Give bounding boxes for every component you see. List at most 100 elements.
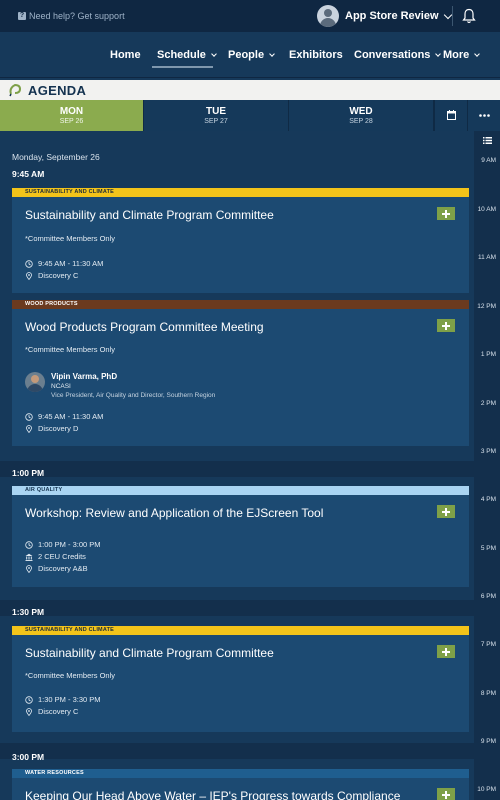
add-to-schedule-button[interactable] [437,319,455,332]
session-title[interactable]: Sustainability and Climate Program Commi… [25,208,274,222]
speaker-name: Vipin Varma, PhD [51,372,118,381]
timeline: 9 AM 10 AM 11 AM 12 PM 1 PM 2 PM 3 PM 4 … [474,131,500,800]
timeline-hour: 2 PM [480,400,496,407]
nav-more[interactable]: More [443,49,481,61]
session-card[interactable]: AIR QUALITY Workshop: Review and Applica… [12,486,469,587]
tab-day-wed[interactable]: WED SEP 28 [289,100,434,131]
session-location: Discovery C [25,707,78,716]
chevron-down-icon [474,50,481,57]
session-track-tag: WATER RESOURCES [12,769,469,778]
session-card[interactable]: SUSTAINABILITY AND CLIMATE Sustainabilit… [12,626,469,732]
nav-home[interactable]: Home [110,49,141,61]
location-pin-icon [26,707,32,716]
help-icon: ? [18,12,26,20]
timeline-hour: 8 PM [480,690,496,697]
day-date: SEP 28 [349,118,373,125]
chevron-down-icon [443,10,452,19]
help-link[interactable]: ? Need help? Get support [18,11,125,21]
add-to-schedule-button[interactable] [437,645,455,658]
time-slot-heading: 1:30 PM [12,607,45,617]
nav-exhibitors-label: Exhibitors [289,49,343,61]
nav-conversations-label: Conversations [354,49,431,61]
session-location-text: Discovery C [38,707,79,716]
session-time: 1:00 PM - 3:00 PM [25,540,101,549]
time-slot-heading: 9:45 AM [12,169,45,179]
add-to-schedule-button[interactable] [437,505,455,518]
clock-icon [25,259,33,268]
speaker-role: Vice President, Air Quality and Director… [51,392,216,399]
nav-home-label: Home [110,49,141,61]
day-name: TUE [206,106,226,117]
add-to-schedule-button[interactable] [437,788,455,800]
session-title[interactable]: Sustainability and Climate Program Commi… [25,646,274,660]
nav-people[interactable]: People [228,49,275,61]
divider [452,6,453,26]
speaker-avatar [25,372,45,392]
location-pin-icon [26,564,32,573]
nav-conversations[interactable]: Conversations [354,49,442,61]
location-pin-icon [26,424,32,433]
session-location: Discovery A&B [25,564,88,573]
nav-schedule[interactable]: Schedule [157,49,217,61]
session-title[interactable]: Wood Products Program Committee Meeting [25,320,264,334]
top-bar: ? Need help? Get support App Store Revie… [0,0,500,32]
time-slot-heading: 3:00 PM [12,752,45,762]
calendar-button[interactable] [434,100,467,131]
time-slot-heading: 1:00 PM [12,468,45,478]
location-pin-icon [26,271,32,280]
chevron-down-icon [435,50,442,57]
institution-icon [25,553,33,561]
chevron-down-icon [269,50,275,57]
session-location-text: Discovery D [38,424,79,433]
speaker-org: NCASI [51,383,71,390]
day-tabs: MON SEP 26 TUE SEP 27 WED SEP 28 [0,100,500,131]
tab-day-tue[interactable]: TUE SEP 27 [144,100,289,131]
day-name: MON [59,106,84,117]
add-to-schedule-button[interactable] [437,207,455,220]
nav-active-underline [152,66,213,68]
nav-exhibitors[interactable]: Exhibitors [289,49,343,61]
user-menu[interactable]: App Store Review [317,5,452,27]
timeline-hour: 12 PM [477,303,496,310]
session-time-text: 9:45 AM - 11:30 AM [38,259,104,268]
timeline-hour: 7 PM [480,641,496,648]
day-date: SEP 26 [59,118,84,125]
session-credits: 2 CEU Credits [25,552,86,561]
time-slot-band [0,743,474,759]
agenda-header: AGENDA [0,80,500,100]
ellipsis-icon [479,114,490,117]
timeline-hour: 1 PM [480,351,496,358]
list-view-icon[interactable] [483,137,492,144]
session-note: *Committee Members Only [25,671,116,680]
time-slot-band [0,600,474,616]
session-card[interactable]: SUSTAINABILITY AND CLIMATE Sustainabilit… [12,188,469,293]
session-location: Discovery D [25,424,78,433]
session-title[interactable]: Workshop: Review and Application of the … [25,506,323,520]
session-time: 9:45 AM - 11:30 AM [25,412,103,421]
chevron-down-icon [211,50,217,57]
session-time-text: 1:30 PM - 3:30 PM [38,695,101,704]
session-location: Discovery C [25,271,78,280]
day-date: SEP 27 [204,118,228,125]
session-note: *Committee Members Only [25,345,116,354]
tab-day-mon[interactable]: MON SEP 26 [0,100,144,131]
calendar-icon [447,110,456,120]
session-time-text: 9:45 AM - 11:30 AM [38,412,104,421]
session-credits-text: 2 CEU Credits [38,552,86,561]
clock-icon [25,695,33,704]
bell-icon[interactable] [462,8,476,24]
speaker[interactable]: Vipin Varma, PhD NCASI Vice President, A… [25,372,215,399]
session-time-text: 1:00 PM - 3:00 PM [38,540,101,549]
nav-people-label: People [228,49,265,61]
session-title[interactable]: Keeping Our Head Above Water – IEP's Pro… [25,789,400,800]
session-track-tag: SUSTAINABILITY AND CLIMATE [12,188,469,197]
session-card[interactable]: WATER RESOURCES Keeping Our Head Above W… [12,769,469,800]
timeline-hour: 9 PM [480,738,496,745]
session-card[interactable]: WOOD PRODUCTS Wood Products Program Comm… [12,300,469,446]
session-time: 9:45 AM - 11:30 AM [25,259,103,268]
timeline-hour: 11 AM [478,254,496,261]
clock-icon [25,412,33,421]
session-note: *Committee Members Only [25,234,116,243]
clock-icon [25,540,33,549]
more-options-button[interactable] [467,100,500,131]
